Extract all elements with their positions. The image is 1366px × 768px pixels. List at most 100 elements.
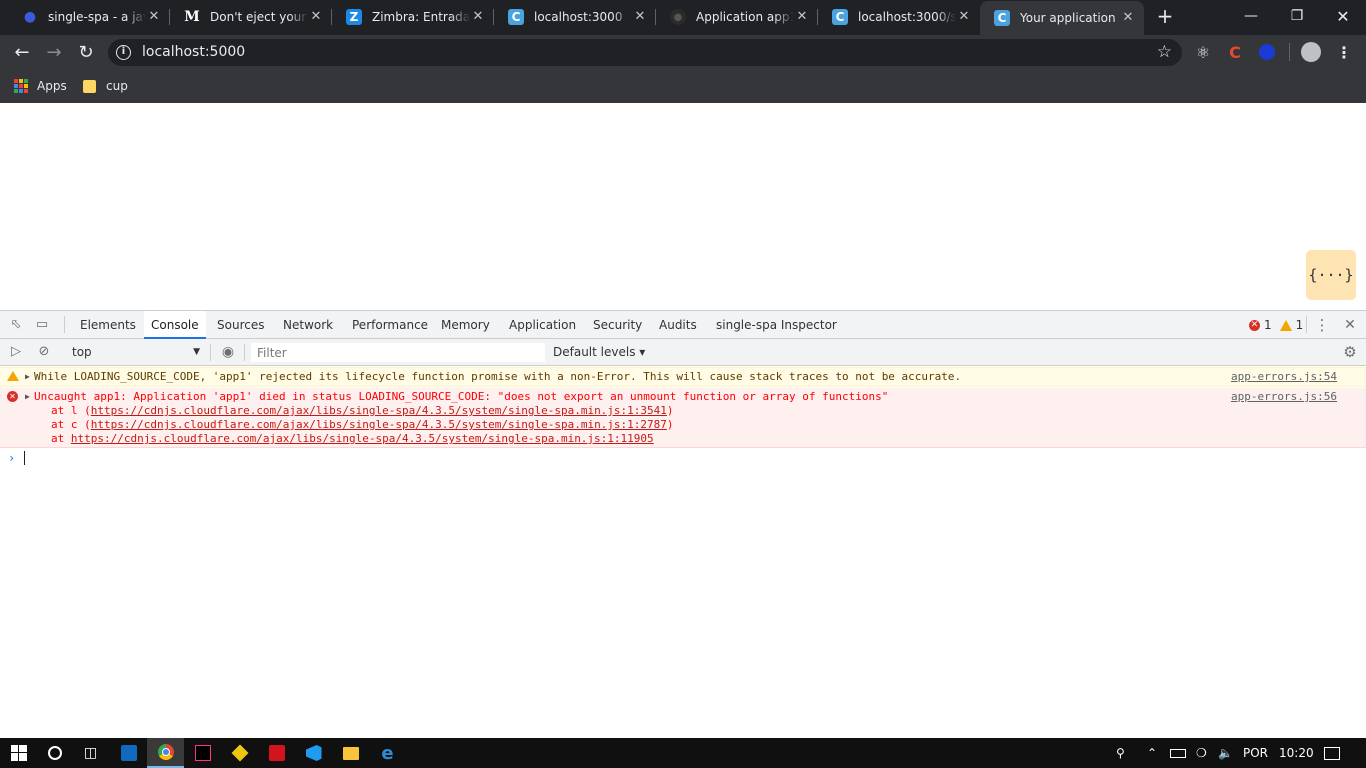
close-tab-icon[interactable]: ✕ xyxy=(794,9,810,25)
create-app-favicon-icon: C xyxy=(832,9,848,25)
tab-performance[interactable]: Performance xyxy=(345,311,435,339)
error-icon: ✕ xyxy=(7,391,18,402)
intellij-icon[interactable] xyxy=(184,738,221,768)
context-selector[interactable]: top ▼ xyxy=(64,343,204,362)
single-spa-extension-icon[interactable] xyxy=(1257,42,1277,62)
chrome-taskbar-icon[interactable] xyxy=(147,738,184,768)
vscode-icon[interactable] xyxy=(295,738,332,768)
search-icon[interactable] xyxy=(36,738,73,768)
clear-console-icon[interactable]: ⊘ xyxy=(36,344,52,360)
stack-link[interactable]: https://cdnjs.cloudflare.com/ajax/libs/s… xyxy=(71,432,654,445)
tab-network[interactable]: Network xyxy=(276,311,340,339)
context-value: top xyxy=(72,345,92,359)
console-warning-message[interactable]: ▶ While LOADING_SOURCE_CODE, 'app1' reje… xyxy=(0,367,1366,387)
file-explorer-icon[interactable] xyxy=(332,738,369,768)
tab-single-spa-inspector[interactable]: single-spa Inspector xyxy=(709,311,844,339)
restore-window-button[interactable]: ❐ xyxy=(1274,0,1320,32)
git-icon[interactable] xyxy=(221,738,258,768)
browser-tab[interactable]: Z Zimbra: Entrada ✕ xyxy=(332,0,494,34)
close-tab-icon[interactable]: ✕ xyxy=(146,9,162,25)
address-bar[interactable]: i localhost:5000 ☆ xyxy=(108,39,1182,66)
profile-avatar-icon[interactable] xyxy=(1301,42,1321,62)
clock-time[interactable]: 10:20 xyxy=(1279,738,1314,768)
expand-triangle-icon[interactable]: ▶ xyxy=(25,370,30,384)
browser-menu-icon[interactable]: ⋮ xyxy=(1334,42,1354,62)
outlook-icon[interactable] xyxy=(110,738,147,768)
people-icon[interactable]: ⚲ xyxy=(1116,738,1125,768)
bookmark-apps[interactable]: Apps xyxy=(14,76,67,96)
close-tab-icon[interactable]: ✕ xyxy=(632,9,648,25)
bookmark-star-icon[interactable]: ☆ xyxy=(1157,42,1172,62)
show-hidden-icons-chevron-icon[interactable]: ⌃ xyxy=(1147,738,1157,768)
stack-suffix: ) xyxy=(666,404,674,417)
extension-c-icon[interactable]: C xyxy=(1225,42,1245,62)
close-window-button[interactable]: ✕ xyxy=(1320,0,1366,32)
inspect-element-icon[interactable]: ⬁ xyxy=(8,317,24,333)
browser-tab[interactable]: C localhost:3000/sta ✕ xyxy=(818,0,980,34)
reload-button[interactable]: ↻ xyxy=(72,38,100,66)
react-devtools-extension-icon[interactable]: ⚛ xyxy=(1193,42,1213,62)
action-center-icon[interactable] xyxy=(1324,738,1340,768)
windows-start-icon[interactable] xyxy=(0,738,37,768)
battery-icon[interactable] xyxy=(1170,738,1186,768)
browser-tab[interactable]: ● Application app1 c ✕ xyxy=(656,0,818,34)
edge-icon[interactable]: e xyxy=(369,738,406,768)
warning-source-link[interactable]: app-errors.js:54 xyxy=(1231,370,1337,384)
create-app-favicon-icon: C xyxy=(508,9,524,25)
browser-tab[interactable]: C localhost:3000 ✕ xyxy=(494,0,656,34)
tab-memory[interactable]: Memory xyxy=(434,311,497,339)
tab-title: Application app1 c xyxy=(696,10,794,24)
toolbar-divider xyxy=(210,344,211,361)
toolbar-separator xyxy=(1289,43,1290,61)
tab-elements[interactable]: Elements xyxy=(73,311,143,339)
browser-tab[interactable]: ● single-spa - a javas ✕ xyxy=(8,0,170,34)
wifi-icon[interactable]: ❍ xyxy=(1196,738,1207,768)
console-input-caret[interactable] xyxy=(24,451,25,465)
site-info-icon[interactable]: i xyxy=(116,45,131,60)
error-source-link[interactable]: app-errors.js:56 xyxy=(1231,390,1337,404)
github-favicon-icon: ● xyxy=(670,9,686,25)
tab-console[interactable]: Console xyxy=(144,311,206,339)
console-prompt-icon: › xyxy=(8,451,16,465)
issue-counter[interactable]: ✕ 1 1 xyxy=(1249,311,1303,339)
devtools-menu-icon[interactable]: ⋮ xyxy=(1314,317,1330,333)
apps-grid-icon xyxy=(14,79,28,93)
close-tab-icon[interactable]: ✕ xyxy=(1120,10,1136,26)
close-tab-icon[interactable]: ✕ xyxy=(470,9,486,25)
console-settings-gear-icon[interactable]: ⚙ xyxy=(1342,344,1358,360)
bookmark-cup[interactable]: cup xyxy=(83,76,128,96)
stack-link[interactable]: https://cdnjs.cloudflare.com/ajax/libs/s… xyxy=(91,418,667,431)
console-filter-input[interactable] xyxy=(251,343,545,362)
forward-button[interactable]: → xyxy=(40,38,68,66)
minimize-window-button[interactable]: — xyxy=(1228,0,1274,32)
live-expression-eye-icon[interactable]: ◉ xyxy=(220,344,236,360)
error-count-icon: ✕ xyxy=(1249,319,1260,331)
tab-title: Your application xyxy=(1020,11,1116,25)
tab-sources[interactable]: Sources xyxy=(210,311,271,339)
acrobat-icon[interactable] xyxy=(258,738,295,768)
warning-count-icon xyxy=(1279,319,1292,331)
toolbar-divider xyxy=(64,316,65,333)
console-error-message[interactable]: ✕ ▶ Uncaught app1: Application 'app1' di… xyxy=(0,388,1366,448)
tab-audits[interactable]: Audits xyxy=(652,311,704,339)
device-toolbar-icon[interactable]: ▭ xyxy=(34,317,50,333)
close-devtools-icon[interactable]: ✕ xyxy=(1342,317,1358,333)
close-tab-icon[interactable]: ✕ xyxy=(956,9,972,25)
close-tab-icon[interactable]: ✕ xyxy=(308,9,324,25)
import-map-overrides-button[interactable]: {···} xyxy=(1306,250,1356,300)
tab-application[interactable]: Application xyxy=(502,311,583,339)
url-text[interactable]: localhost:5000 xyxy=(142,44,245,60)
page-viewport xyxy=(0,103,1366,310)
show-sidebar-icon[interactable]: ▷ xyxy=(8,344,24,360)
browser-tab[interactable]: M Don't eject your C ✕ xyxy=(170,0,332,34)
browser-tab-active[interactable]: C Your application ✕ xyxy=(980,1,1144,35)
back-button[interactable]: ← xyxy=(8,38,36,66)
volume-muted-icon[interactable]: 🔈 xyxy=(1218,738,1233,768)
tab-security[interactable]: Security xyxy=(586,311,649,339)
task-view-icon[interactable]: ◫ xyxy=(72,738,109,768)
log-levels-dropdown[interactable]: Default levels ▾ xyxy=(553,343,645,362)
new-tab-button[interactable]: + xyxy=(1154,6,1176,28)
language-indicator[interactable]: POR xyxy=(1243,738,1268,768)
expand-triangle-icon[interactable]: ▶ xyxy=(25,390,30,404)
stack-link[interactable]: https://cdnjs.cloudflare.com/ajax/libs/s… xyxy=(91,404,667,417)
